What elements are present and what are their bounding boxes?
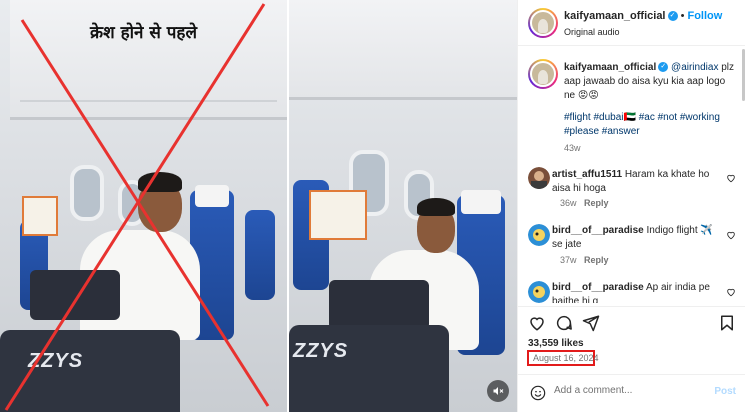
post-side-panel: kaifyamaan_official ✓ • Follow Original a… bbox=[517, 0, 745, 412]
caption-avatar[interactable] bbox=[528, 59, 558, 89]
comment-username[interactable]: artist_affu1511 bbox=[552, 169, 622, 180]
verified-icon: ✓ bbox=[667, 11, 678, 22]
date-highlight-box: August 16, 2024 bbox=[527, 350, 599, 366]
likes-count[interactable]: 33,559 likes bbox=[528, 338, 584, 349]
reply-button[interactable]: Reply bbox=[584, 255, 609, 265]
post-video[interactable]: ZZYS bbox=[289, 0, 517, 412]
comment-like-heart-icon[interactable] bbox=[726, 173, 736, 183]
seat-brand-text: ZZYS bbox=[293, 340, 349, 362]
reply-button[interactable]: Reply bbox=[584, 198, 609, 208]
seatback bbox=[289, 325, 449, 412]
left-post-image: ZZYS क्रेश होने से पहले bbox=[0, 0, 287, 412]
comment-username[interactable]: bird__of__paradise bbox=[552, 282, 644, 293]
post-button[interactable]: Post bbox=[714, 386, 736, 397]
follow-button[interactable]: Follow bbox=[687, 10, 722, 22]
caption-username[interactable]: kaifyamaan_official bbox=[564, 62, 656, 73]
comment-icon[interactable] bbox=[555, 314, 573, 332]
comments-list: kaifyamaan_official ✓ @airindiax plz aap … bbox=[518, 47, 745, 303]
overhead-bin bbox=[289, 0, 517, 100]
comment-age[interactable]: 37w bbox=[560, 255, 577, 265]
safety-card bbox=[309, 190, 367, 240]
caption-hashtags[interactable]: #flight #dubai🇦🇪 #ac #not #working #plea… bbox=[564, 111, 736, 139]
post-header: kaifyamaan_official ✓ • Follow Original a… bbox=[518, 0, 745, 46]
emoji-icon[interactable] bbox=[530, 385, 546, 401]
mute-button[interactable] bbox=[487, 380, 509, 402]
post-author-username[interactable]: kaifyamaan_official bbox=[564, 10, 666, 22]
avatar[interactable] bbox=[528, 8, 558, 38]
add-comment-bar: Post bbox=[518, 374, 745, 412]
mute-icon bbox=[493, 387, 504, 395]
heart-icon[interactable] bbox=[528, 314, 546, 332]
verified-icon: ✓ bbox=[658, 62, 669, 73]
comment-like-heart-icon[interactable] bbox=[726, 287, 736, 297]
comment-age[interactable]: 36w bbox=[560, 198, 577, 208]
caption-mention[interactable]: @airindiax bbox=[671, 62, 718, 73]
share-icon[interactable] bbox=[582, 314, 600, 332]
save-icon[interactable] bbox=[718, 314, 736, 332]
comment-input[interactable] bbox=[554, 385, 704, 396]
caption: kaifyamaan_official ✓ @airindiax plz aap … bbox=[564, 61, 736, 103]
comment-meta: 36w Reply bbox=[560, 198, 609, 208]
cabin-scene-right: ZZYS bbox=[289, 0, 517, 412]
action-bar bbox=[518, 306, 745, 336]
audio-label[interactable]: Original audio bbox=[564, 27, 620, 37]
comment-username[interactable]: bird__of__paradise bbox=[552, 225, 644, 236]
post-author: kaifyamaan_official ✓ • Follow bbox=[564, 10, 723, 22]
post-date[interactable]: August 16, 2024 bbox=[533, 353, 599, 363]
comment-meta: 37w Reply bbox=[560, 255, 609, 265]
comment-like-heart-icon[interactable] bbox=[726, 230, 736, 240]
comment: bird__of__paradise Ap air india pe baith… bbox=[536, 281, 722, 303]
caption-age[interactable]: 43w bbox=[564, 143, 581, 153]
comment: artist_affu1511 Haram ka khate ho aisa h… bbox=[536, 168, 722, 196]
red-cross-mark bbox=[4, 3, 270, 411]
comment: bird__of__paradise Indigo flight ✈️ se j… bbox=[536, 224, 722, 252]
